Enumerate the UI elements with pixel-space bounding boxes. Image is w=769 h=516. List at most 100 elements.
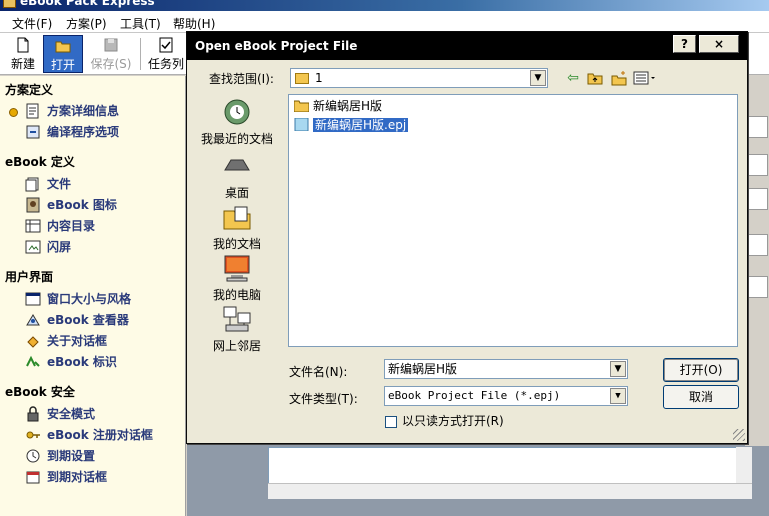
sidebar-group-ebook: eBook 定义 — [5, 155, 75, 169]
file-item-epj[interactable]: 新编蜗居H版.epj — [293, 116, 409, 134]
filename-combo[interactable]: 新编蜗居H版 ▼ — [384, 359, 628, 379]
menu-scheme[interactable]: 方案(P) — [66, 15, 107, 32]
places-bar: 我最近的文档 桌面 我的文档 我的电脑 网上邻居 — [200, 96, 274, 356]
sidebar-item-toc[interactable]: 内容目录 — [25, 217, 95, 235]
sidebar-item-files[interactable]: 文件 — [25, 175, 71, 193]
open-folder-icon — [55, 41, 71, 53]
place-label: 网上邻居 — [212, 339, 261, 353]
close-button[interactable]: × — [699, 35, 739, 53]
open-button[interactable]: 打开(O) — [663, 358, 739, 382]
menubar: 文件(F) 方案(P) 工具(T) 帮助(H) — [0, 11, 769, 33]
back-arrow-icon[interactable]: ⇦ — [565, 70, 581, 86]
lookin-dropdown[interactable]: 1 ▼ — [290, 68, 548, 88]
sidebar-item-expiry-dialog[interactable]: 到期对话框 — [25, 468, 107, 486]
chevron-down-icon[interactable]: ▼ — [530, 70, 546, 86]
menu-tools[interactable]: 工具(T) — [120, 15, 161, 32]
place-label: 我的文档 — [212, 237, 261, 251]
menu-help[interactable]: 帮助(H) — [173, 15, 215, 32]
sidebar-item-ebook-icon[interactable]: eBook 图标 — [25, 196, 117, 214]
readonly-label: 以只读方式打开(R) — [402, 414, 504, 428]
tasks-button[interactable]: 任务列 — [146, 35, 186, 73]
files-icon — [25, 177, 39, 192]
place-network[interactable]: 网上邻居 — [200, 303, 274, 354]
app-titlebar: eBook Pack Express — [0, 0, 769, 11]
sidebar-item-compiler-options[interactable]: 编译程序选项 — [25, 123, 119, 141]
file-name: 新编蜗居H版.epj — [313, 118, 409, 132]
help-button[interactable]: ? — [673, 35, 696, 53]
background-field — [748, 234, 768, 256]
open-file-dialog: Open eBook Project File ? × 查找范围(I): 1 ▼… — [186, 31, 748, 444]
sidebar-item-label: 编译程序选项 — [47, 125, 120, 139]
sidebar-item-label: 内容目录 — [47, 219, 96, 233]
compiler-icon — [26, 125, 40, 139]
new-button-label: 新建 — [10, 57, 35, 71]
place-my-computer[interactable]: 我的电脑 — [200, 252, 274, 303]
background-field — [748, 154, 768, 176]
sidebar-item-ebook-id[interactable]: eBook 标识 — [25, 353, 117, 371]
sidebar-item-about-dialog[interactable]: 关于对话框 — [25, 332, 107, 350]
background-field — [748, 276, 768, 298]
save-button-label: 保存(S) — [90, 57, 132, 71]
up-folder-icon[interactable] — [587, 70, 603, 86]
sidebar-item-label: 文件 — [47, 177, 72, 191]
portrait-icon — [26, 197, 40, 213]
place-my-documents[interactable]: 我的文档 — [200, 201, 274, 252]
key-icon — [26, 431, 40, 439]
expiry-clock-icon — [26, 449, 40, 463]
lookin-label: 查找范围(I): — [209, 72, 274, 86]
background-field — [748, 116, 768, 138]
sidebar-item-window-style[interactable]: 窗口大小与风格 — [25, 290, 131, 308]
app-icon — [3, 0, 16, 8]
sidebar-item-splash[interactable]: 闪屏 — [25, 238, 71, 256]
sidebar-item-label: eBook 注册对话框 — [47, 428, 153, 442]
place-recent[interactable]: 我最近的文档 — [200, 96, 274, 147]
lookin-value: 1 — [315, 71, 323, 85]
sidebar-item-security-mode[interactable]: 安全模式 — [25, 405, 95, 423]
chevron-down-icon[interactable]: ▼ — [610, 388, 626, 404]
my-computer-icon — [224, 255, 250, 282]
menu-file[interactable]: 文件(F) — [12, 15, 52, 32]
filetype-dropdown[interactable]: eBook Project File (*.epj) ▼ — [384, 386, 628, 406]
vertical-scrollbar[interactable] — [736, 447, 752, 483]
sidebar-item-label: 方案详细信息 — [47, 104, 120, 118]
resize-grip-icon[interactable] — [733, 429, 745, 441]
file-item-folder[interactable]: 新编蜗居H版 — [293, 97, 382, 115]
app-title: eBook Pack Express — [20, 0, 155, 8]
readonly-checkbox[interactable]: 以只读方式打开(R) — [385, 412, 504, 429]
recent-documents-icon — [224, 99, 250, 125]
about-hand-icon — [27, 336, 39, 348]
chevron-down-icon[interactable]: ▼ — [610, 361, 626, 377]
file-list[interactable]: 新编蜗居H版 新编蜗居H版.epj — [288, 94, 738, 347]
filetype-value: eBook Project File (*.epj) — [388, 389, 561, 402]
new-folder-icon[interactable] — [611, 70, 627, 86]
sidebar-item-expiry-settings[interactable]: 到期设置 — [25, 447, 95, 465]
sidebar-item-scheme-details[interactable]: 方案详细信息 — [25, 102, 119, 120]
save-button[interactable]: 保存(S) — [89, 35, 133, 73]
sidebar-item-ebook-viewer[interactable]: eBook 查看器 — [25, 311, 129, 329]
sidebar-item-label: 安全模式 — [47, 407, 96, 421]
lock-icon — [27, 406, 39, 422]
background-panel-strip — [745, 76, 769, 446]
calendar-icon — [26, 471, 40, 484]
window-icon — [25, 292, 41, 306]
folder-icon — [294, 100, 309, 112]
place-label: 我最近的文档 — [200, 132, 273, 146]
sidebar-item-label: 关于对话框 — [47, 334, 108, 348]
checklist-icon — [159, 37, 173, 53]
epj-file-icon — [294, 118, 309, 131]
checkbox-box[interactable] — [385, 415, 397, 428]
open-toolbar-button[interactable]: 打开 — [43, 35, 83, 73]
cancel-button[interactable]: 取消 — [663, 385, 739, 409]
tasks-button-label: 任务列 — [147, 57, 184, 71]
background-field — [748, 188, 768, 210]
place-label: 桌面 — [224, 186, 249, 200]
open-button-label: 打开 — [50, 58, 75, 72]
splash-screen-icon — [25, 240, 41, 254]
sidebar-item-registration-dialog[interactable]: eBook 注册对话框 — [25, 426, 153, 444]
selected-bullet-icon — [9, 108, 18, 117]
horizontal-scrollbar[interactable] — [268, 483, 752, 499]
place-desktop[interactable]: 桌面 — [200, 150, 274, 201]
view-menu-icon[interactable] — [633, 70, 657, 86]
new-button[interactable]: 新建 — [3, 35, 43, 73]
table-of-contents-icon — [25, 219, 41, 233]
